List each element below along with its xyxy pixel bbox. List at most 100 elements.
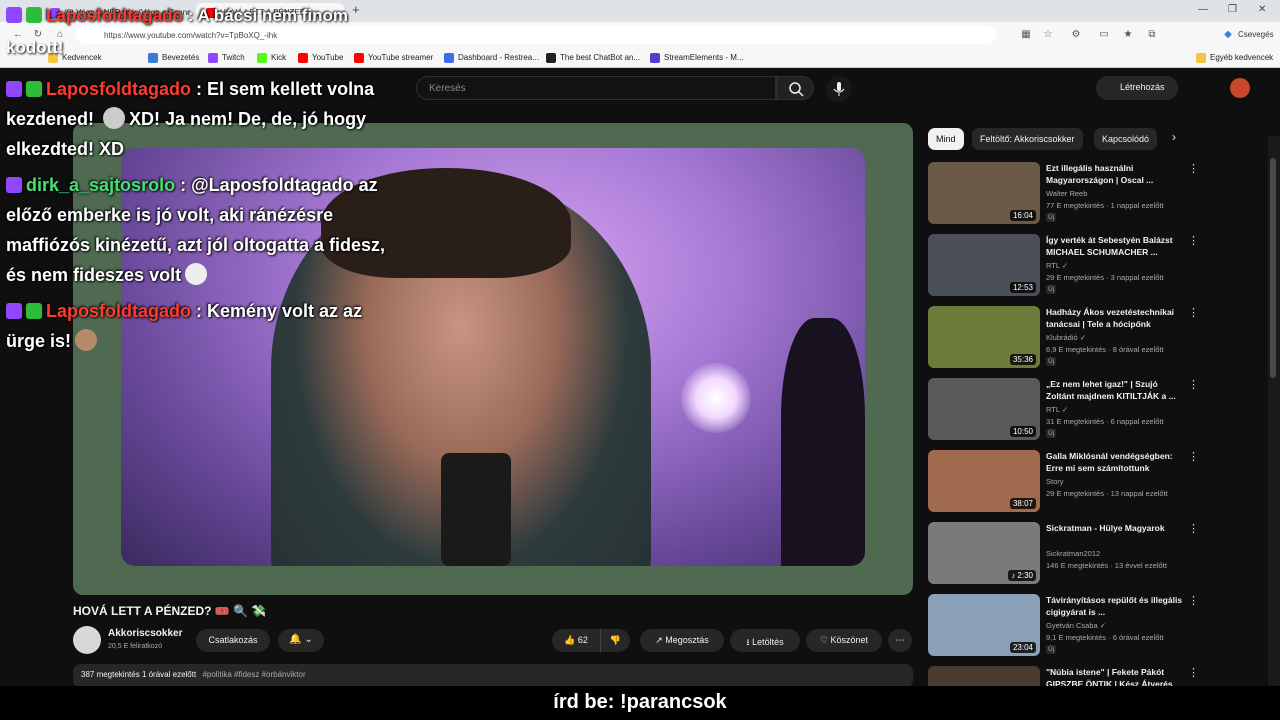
twitch-badge-icon — [6, 7, 22, 23]
more-vert-icon[interactable]: ⋮ — [1188, 522, 1199, 535]
like-button[interactable]: 👍 62 — [552, 629, 600, 652]
minimize-icon[interactable]: — — [1198, 4, 1208, 15]
chip-all[interactable]: Mind — [928, 128, 964, 150]
recommendation-item[interactable]: 23:04 Távirányításos repülőt és illegális… — [928, 594, 1268, 658]
video-thumbnail[interactable]: 10:50 — [928, 378, 1040, 440]
bookmark-label: Bevezetés — [162, 53, 200, 62]
recommendation-item[interactable]: 16:04 Ezt illegális használni Magyarorszá… — [928, 162, 1268, 226]
bookmark-item[interactable]: Bevezetés — [148, 53, 200, 63]
more-vert-icon[interactable]: ⋮ — [1188, 666, 1199, 679]
account-avatar[interactable] — [1230, 78, 1250, 98]
bookmark-item[interactable]: StreamElements - M... — [650, 53, 744, 63]
channel-name[interactable]: Akkoriscsokker — [108, 628, 183, 639]
chat-text: : A bácsi nem finom — [187, 6, 348, 25]
recommendation-title[interactable]: Így verték át Sebestyén Balázst MICHAEL … — [1046, 234, 1186, 258]
search-input[interactable]: Keresés — [416, 76, 776, 100]
recommendation-item[interactable]: ♪ 2:30 Sickratman - Hülye Magyarok Sickrat… — [928, 522, 1268, 586]
chat-text: és nem fideszes volt — [6, 265, 182, 285]
recommendation-title[interactable]: Galla Miklósnál vendégségben: Erre mi se… — [1046, 450, 1186, 474]
recommendation-channel[interactable]: Story — [1046, 477, 1064, 486]
more-vert-icon[interactable]: ⋮ — [1188, 234, 1199, 247]
notifications-icon[interactable] — [1190, 80, 1206, 96]
maximize-icon[interactable]: ❐ — [1228, 4, 1237, 15]
hashtags[interactable]: #politika #fidesz #orbánviktor — [202, 670, 305, 679]
favorite-star-icon[interactable]: ☆ — [1042, 29, 1054, 41]
chip-related[interactable]: Kapcsolódó — [1094, 128, 1158, 150]
bookmark-label: Kedvencek — [62, 53, 102, 62]
bookmark-item[interactable]: Dashboard - Restrea... — [444, 53, 539, 63]
youtube-page: Keresés Létrehozás HOVÁ LETT A PÉNZED? 🎟… — [0, 68, 1280, 720]
recommendation-channel[interactable]: Walter Reeb — [1046, 189, 1087, 198]
recommendation-title[interactable]: Sickratman - Hülye Magyarok — [1046, 522, 1186, 534]
search-button[interactable] — [776, 76, 814, 100]
bookmark-item[interactable]: Twitch — [208, 53, 245, 63]
video-thumbnail[interactable]: 38:07 — [928, 450, 1040, 512]
recommendation-item[interactable]: 10:50 „Ez nem lehet igaz!" | Szujó Zoltán… — [928, 378, 1268, 442]
more-vert-icon[interactable]: ⋮ — [1188, 306, 1199, 319]
notification-bell-button[interactable]: 🔔 ⌄ — [278, 629, 324, 652]
chat-message: Laposfoldtagado : Kemény volt az az — [6, 296, 362, 326]
video-thumbnail[interactable]: 35:36 — [928, 306, 1040, 368]
chip-uploader[interactable]: Feltöltő: Akkoriscsokker — [972, 128, 1083, 150]
video-thumbnail[interactable]: ♪ 2:30 — [928, 522, 1040, 584]
twitch-badge-icon — [6, 303, 22, 319]
dislike-button[interactable]: 👎 — [600, 629, 630, 652]
recommendation-item[interactable]: 38:07 Galla Miklósnál vendégségben: Erre … — [928, 450, 1268, 514]
chevron-right-icon[interactable]: › — [1172, 130, 1176, 144]
recommendation-item[interactable]: 35:36 Hadházy Ákos vezetéstechnikai tanác… — [928, 306, 1268, 370]
recommendation-title[interactable]: „Ez nem lehet igaz!" | Szujó Zoltánt maj… — [1046, 378, 1186, 402]
skull-emote-icon — [185, 263, 208, 285]
scrollbar-thumb[interactable] — [1270, 158, 1276, 378]
voice-search-button[interactable] — [826, 76, 852, 102]
upload-time: 1 órával ezelőtt — [141, 670, 197, 679]
close-icon[interactable]: ✕ — [1258, 4, 1266, 15]
video-thumbnail[interactable]: 23:04 — [928, 594, 1040, 656]
split-screen-icon[interactable]: ▭ — [1098, 29, 1110, 41]
bookmark-item[interactable]: YouTube — [298, 53, 343, 63]
microphone-icon — [833, 82, 845, 96]
apps-icon[interactable]: ▦ — [1020, 29, 1032, 41]
recommendation-channel[interactable]: Sickratman2012 — [1046, 549, 1100, 558]
copilot-icon[interactable]: ◆ — [1222, 29, 1234, 41]
bookmark-item[interactable]: YouTube streamer — [354, 53, 433, 63]
recommendation-channel[interactable]: Gyetván Csaba ✓ — [1046, 621, 1106, 630]
recommendation-item[interactable]: 12:53 Így verték át Sebestyén Balázst MIC… — [928, 234, 1268, 298]
favorites-icon[interactable]: ★ — [1122, 29, 1134, 41]
more-vert-icon[interactable]: ⋮ — [1188, 450, 1199, 463]
extensions-icon[interactable]: ⚙ — [1070, 29, 1082, 41]
recommendation-title[interactable]: Távirányításos repülőt és illegális cigi… — [1046, 594, 1186, 618]
chat-username: dirk_a_sajtosrolo — [26, 175, 176, 195]
download-button[interactable]: ⭳ Letöltés — [730, 629, 800, 652]
address-bar[interactable]: https://www.youtube.com/watch?v=TpBoXQ_-… — [76, 26, 996, 44]
other-bookmarks[interactable]: Egyéb kedvencek — [1196, 53, 1273, 63]
join-button[interactable]: Csatlakozás — [196, 629, 270, 652]
verified-badge-icon — [26, 81, 42, 97]
video-thumbnail[interactable]: 16:04 — [928, 162, 1040, 224]
thanks-label: Köszönet — [830, 635, 869, 645]
create-button[interactable]: Létrehozás — [1096, 76, 1178, 100]
more-vert-icon[interactable]: ⋮ — [1188, 378, 1199, 391]
emote-icon — [103, 107, 126, 129]
video-thumbnail[interactable]: 12:53 — [928, 234, 1040, 296]
recommendation-channel[interactable]: RTL ✓ — [1046, 261, 1068, 270]
recommendation-channel[interactable]: Klubrádió ✓ — [1046, 333, 1086, 342]
channel-subscribers: 20,5 E feliratkozó — [108, 643, 163, 650]
bookmark-item[interactable]: The best ChatBot an... — [546, 53, 640, 63]
video-duration: 35:36 — [1009, 354, 1036, 365]
recommendation-title[interactable]: Hadházy Ákos vezetéstechnikai tanácsai |… — [1046, 306, 1186, 330]
new-tab-button[interactable]: + — [352, 2, 360, 17]
video-cat-figure — [781, 318, 865, 566]
share-button[interactable]: ↗ Megosztás — [640, 629, 724, 652]
more-vert-icon[interactable]: ⋮ — [1188, 594, 1199, 607]
chat-message-cont: maffiózós kinézetű, azt jól oltogatta a … — [6, 235, 386, 255]
more-vert-icon[interactable]: ⋮ — [1188, 162, 1199, 175]
recommendation-title[interactable]: Ezt illegális használni Magyarországon |… — [1046, 162, 1186, 186]
channel-avatar[interactable] — [73, 626, 101, 654]
description-box[interactable]: 387 megtekintés 1 órával ezelőtt #politi… — [73, 664, 913, 688]
thanks-button[interactable]: ♡ Köszönet — [806, 629, 882, 652]
more-actions-button[interactable]: ⋯ — [888, 629, 912, 652]
collections-icon[interactable]: ⧉ — [1146, 29, 1158, 41]
copilot-label[interactable]: Csevegés — [1238, 30, 1274, 39]
recommendation-channel[interactable]: RTL ✓ — [1046, 405, 1068, 414]
bookmark-item[interactable]: Kick — [257, 53, 286, 63]
